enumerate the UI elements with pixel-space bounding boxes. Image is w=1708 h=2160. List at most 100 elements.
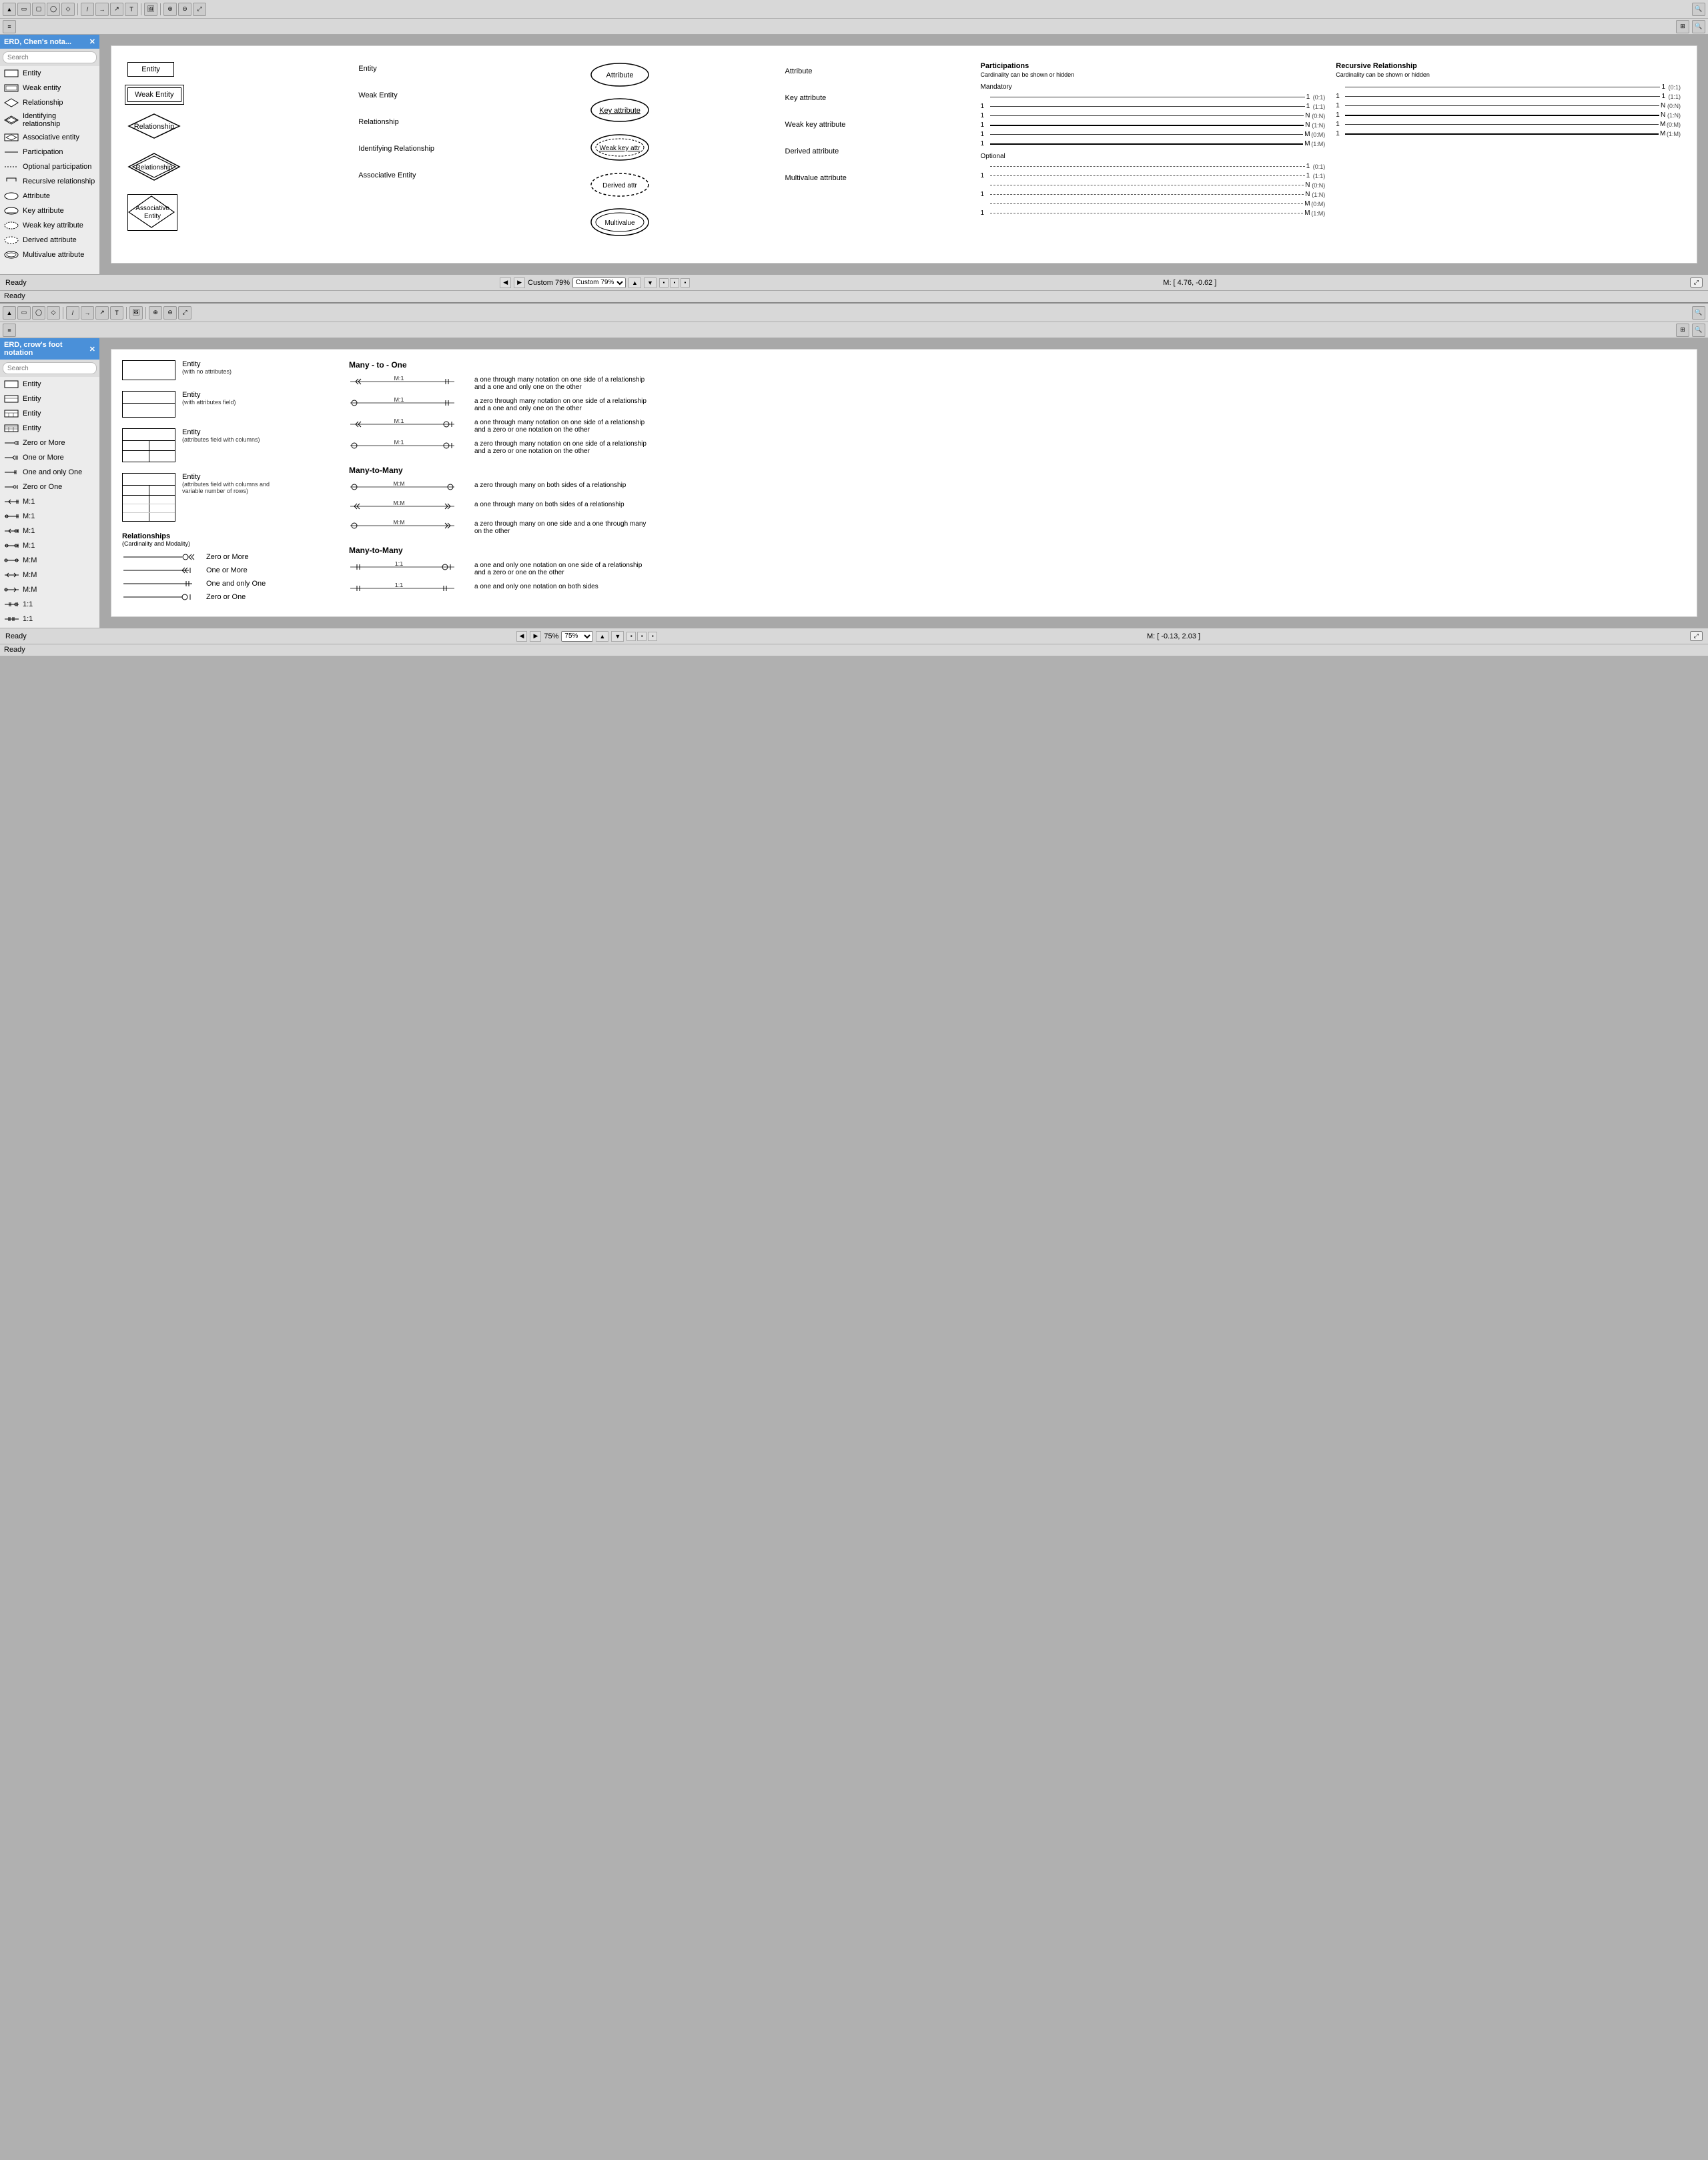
zoom-select-bottom[interactable]: 75% 100%: [561, 631, 593, 642]
associative-entity-shape[interactable]: AssociativeEntity: [127, 194, 348, 231]
tb-zoom-fit[interactable]: ⤢: [178, 306, 191, 320]
sb-zero-or-one[interactable]: Zero or One: [0, 480, 99, 494]
cf-entity-shape-3[interactable]: [122, 428, 175, 462]
sb-11-2[interactable]: 1:1: [0, 612, 99, 626]
zoom-select-top[interactable]: Custom 79% 75% 100%: [572, 278, 626, 288]
sb-entity-3[interactable]: Entity: [0, 406, 99, 421]
derived-shape[interactable]: Derived attr: [590, 172, 775, 199]
expand-btn-top[interactable]: ⤢: [1690, 278, 1703, 288]
canvas-bottom[interactable]: Entity (with no attributes) Entity: [100, 338, 1708, 628]
view-btn3[interactable]: ▪: [681, 278, 690, 288]
toolbar-zoom-search-btn[interactable]: 🔍: [1692, 3, 1705, 16]
sb-mm-2[interactable]: M:M: [0, 568, 99, 582]
entity-shape[interactable]: Entity: [127, 62, 174, 77]
toolbar2-menu-btn[interactable]: ≡: [3, 20, 16, 33]
toolbar-zoom-out-btn[interactable]: ⊖: [178, 3, 191, 16]
zoom-up-top[interactable]: ▲: [628, 278, 641, 288]
tb-img[interactable]: 🖼: [129, 306, 143, 320]
toolbar-text-btn[interactable]: T: [125, 3, 138, 16]
nav-prev-btn-bottom[interactable]: ◀: [516, 631, 528, 642]
sb-mm-1[interactable]: M:M: [0, 553, 99, 568]
toolbar2-grid-btn[interactable]: ⊞: [1676, 20, 1689, 33]
cf-entity-shape-1[interactable]: [122, 360, 175, 380]
expand-btn-bottom[interactable]: ⤢: [1690, 631, 1703, 641]
tb-rect[interactable]: ▭: [17, 306, 31, 320]
sb-m1-3[interactable]: M:1: [0, 524, 99, 538]
sb-entity-2[interactable]: Entity: [0, 392, 99, 406]
sidebar-close-top[interactable]: ✕: [89, 37, 95, 46]
search-input-top[interactable]: [3, 51, 97, 63]
tb-curve[interactable]: ↗: [95, 306, 109, 320]
tb-circle[interactable]: ◯: [32, 306, 45, 320]
nav-next-btn-bottom[interactable]: ▶: [530, 631, 541, 642]
tb2-grid[interactable]: ⊞: [1676, 324, 1689, 337]
sb-one-or-more[interactable]: One or More: [0, 450, 99, 465]
sb-zero-or-more[interactable]: Zero or More: [0, 436, 99, 450]
sidebar-item-multivalue-attribute[interactable]: Multivalue attribute: [0, 247, 99, 262]
sidebar-item-participation[interactable]: Participation: [0, 145, 99, 159]
tb-zoom-out[interactable]: ⊖: [163, 306, 177, 320]
sb-m1-1[interactable]: M:1: [0, 494, 99, 509]
sidebar-item-derived-attribute[interactable]: Derived attribute: [0, 233, 99, 247]
toolbar-circle-btn[interactable]: ◯: [47, 3, 60, 16]
sb-mm-3[interactable]: M:M: [0, 582, 99, 597]
tb2-menu[interactable]: ≡: [3, 324, 16, 337]
toolbar-zoom-fit-btn[interactable]: ⤢: [193, 3, 206, 16]
view-btn1[interactable]: ▪: [659, 278, 669, 288]
cf-entity-shape-4[interactable]: [122, 473, 175, 522]
zoom-down-top[interactable]: ▼: [644, 278, 657, 288]
relationship-shape[interactable]: Relationship: [127, 113, 348, 141]
view-btn4[interactable]: ▪: [626, 632, 636, 641]
toolbar-img-btn[interactable]: 🖼: [144, 3, 157, 16]
sidebar-item-optional-participation[interactable]: Optional participation: [0, 159, 99, 174]
toolbar-diamond-btn[interactable]: ◇: [61, 3, 75, 16]
multivalue-shape[interactable]: Multivalue: [590, 207, 775, 239]
search-input-bottom[interactable]: [3, 362, 97, 374]
view-btn2[interactable]: ▪: [670, 278, 679, 288]
nav-next-btn-top[interactable]: ▶: [514, 278, 525, 288]
tb2-search2[interactable]: 🔍: [1692, 324, 1705, 337]
sb-entity-1[interactable]: Entity: [0, 377, 99, 392]
sidebar-item-weak-entity[interactable]: Weak entity: [0, 81, 99, 95]
sidebar-item-recursive-relationship[interactable]: Recursive relationship: [0, 174, 99, 189]
toolbar-rounded-btn[interactable]: ▢: [32, 3, 45, 16]
tb-search[interactable]: 🔍: [1692, 306, 1705, 320]
zoom-up-bottom[interactable]: ▲: [596, 631, 608, 642]
zoom-down-bottom[interactable]: ▼: [611, 631, 624, 642]
tb-zoom-in[interactable]: ⊕: [149, 306, 162, 320]
sidebar-item-key-attribute[interactable]: Key attribute: [0, 203, 99, 218]
sb-entity-4[interactable]: Entity: [0, 421, 99, 436]
view-btn6[interactable]: ▪: [648, 632, 657, 641]
sidebar-item-weak-key-attribute[interactable]: Weak key attribute: [0, 218, 99, 233]
tb-pointer[interactable]: ▲: [3, 306, 16, 320]
toolbar-pointer-btn[interactable]: ▲: [3, 3, 16, 16]
toolbar-rect-btn[interactable]: ▭: [17, 3, 31, 16]
attribute-shape[interactable]: Attribute: [590, 62, 775, 89]
toolbar-arrow-btn[interactable]: →: [95, 3, 109, 16]
key-attribute-shape[interactable]: Key attribute: [590, 97, 775, 125]
view-btn5[interactable]: ▪: [637, 632, 647, 641]
sidebar-item-attribute[interactable]: Attribute: [0, 189, 99, 203]
tb-arrow[interactable]: →: [81, 306, 94, 320]
toolbar2-search-btn2[interactable]: 🔍: [1692, 20, 1705, 33]
sb-m1-4[interactable]: M:1: [0, 538, 99, 553]
sidebar-close-bottom[interactable]: ✕: [89, 345, 95, 354]
tb-diamond[interactable]: ◇: [47, 306, 60, 320]
sidebar-item-entity[interactable]: Entity: [0, 66, 99, 81]
toolbar-zoom-in-btn[interactable]: ⊕: [163, 3, 177, 16]
sidebar-item-relationship[interactable]: Relationship: [0, 95, 99, 110]
sb-m1-2[interactable]: M:1: [0, 509, 99, 524]
tb-text[interactable]: T: [110, 306, 123, 320]
nav-prev-btn-top[interactable]: ◀: [500, 278, 511, 288]
identifying-relationship-shape[interactable]: Relationship: [127, 152, 348, 183]
sb-one-only[interactable]: One and only One: [0, 465, 99, 480]
toolbar-line-btn[interactable]: /: [81, 3, 94, 16]
weak-entity-shape[interactable]: Weak Entity: [127, 87, 181, 102]
sidebar-item-id-relationship[interactable]: Identifying relationship: [0, 110, 99, 130]
cf-entity-shape-2[interactable]: [122, 391, 175, 418]
sb-11-1[interactable]: 1:1: [0, 597, 99, 612]
toolbar-curve-btn[interactable]: ↗: [110, 3, 123, 16]
canvas-top[interactable]: Entity Weak Entity: [100, 35, 1708, 274]
sidebar-item-assoc-entity[interactable]: Associative entity: [0, 130, 99, 145]
weak-key-shape[interactable]: Weak key attr: [590, 133, 775, 164]
